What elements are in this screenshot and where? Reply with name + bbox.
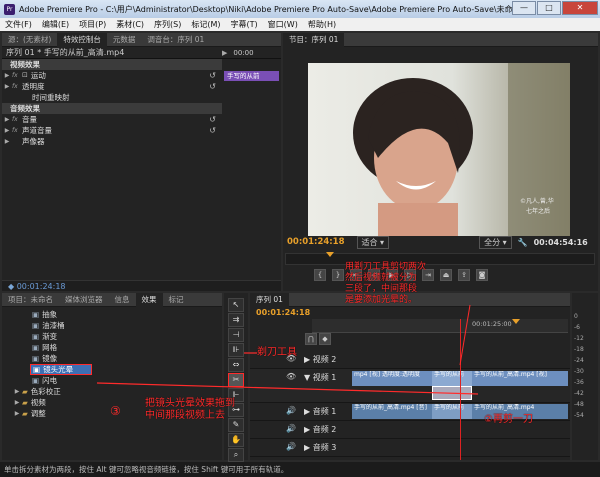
- cut-pointer: [459, 304, 471, 366]
- drag-arrow: [96, 382, 479, 395]
- annotation-arrows: [96, 304, 479, 395]
